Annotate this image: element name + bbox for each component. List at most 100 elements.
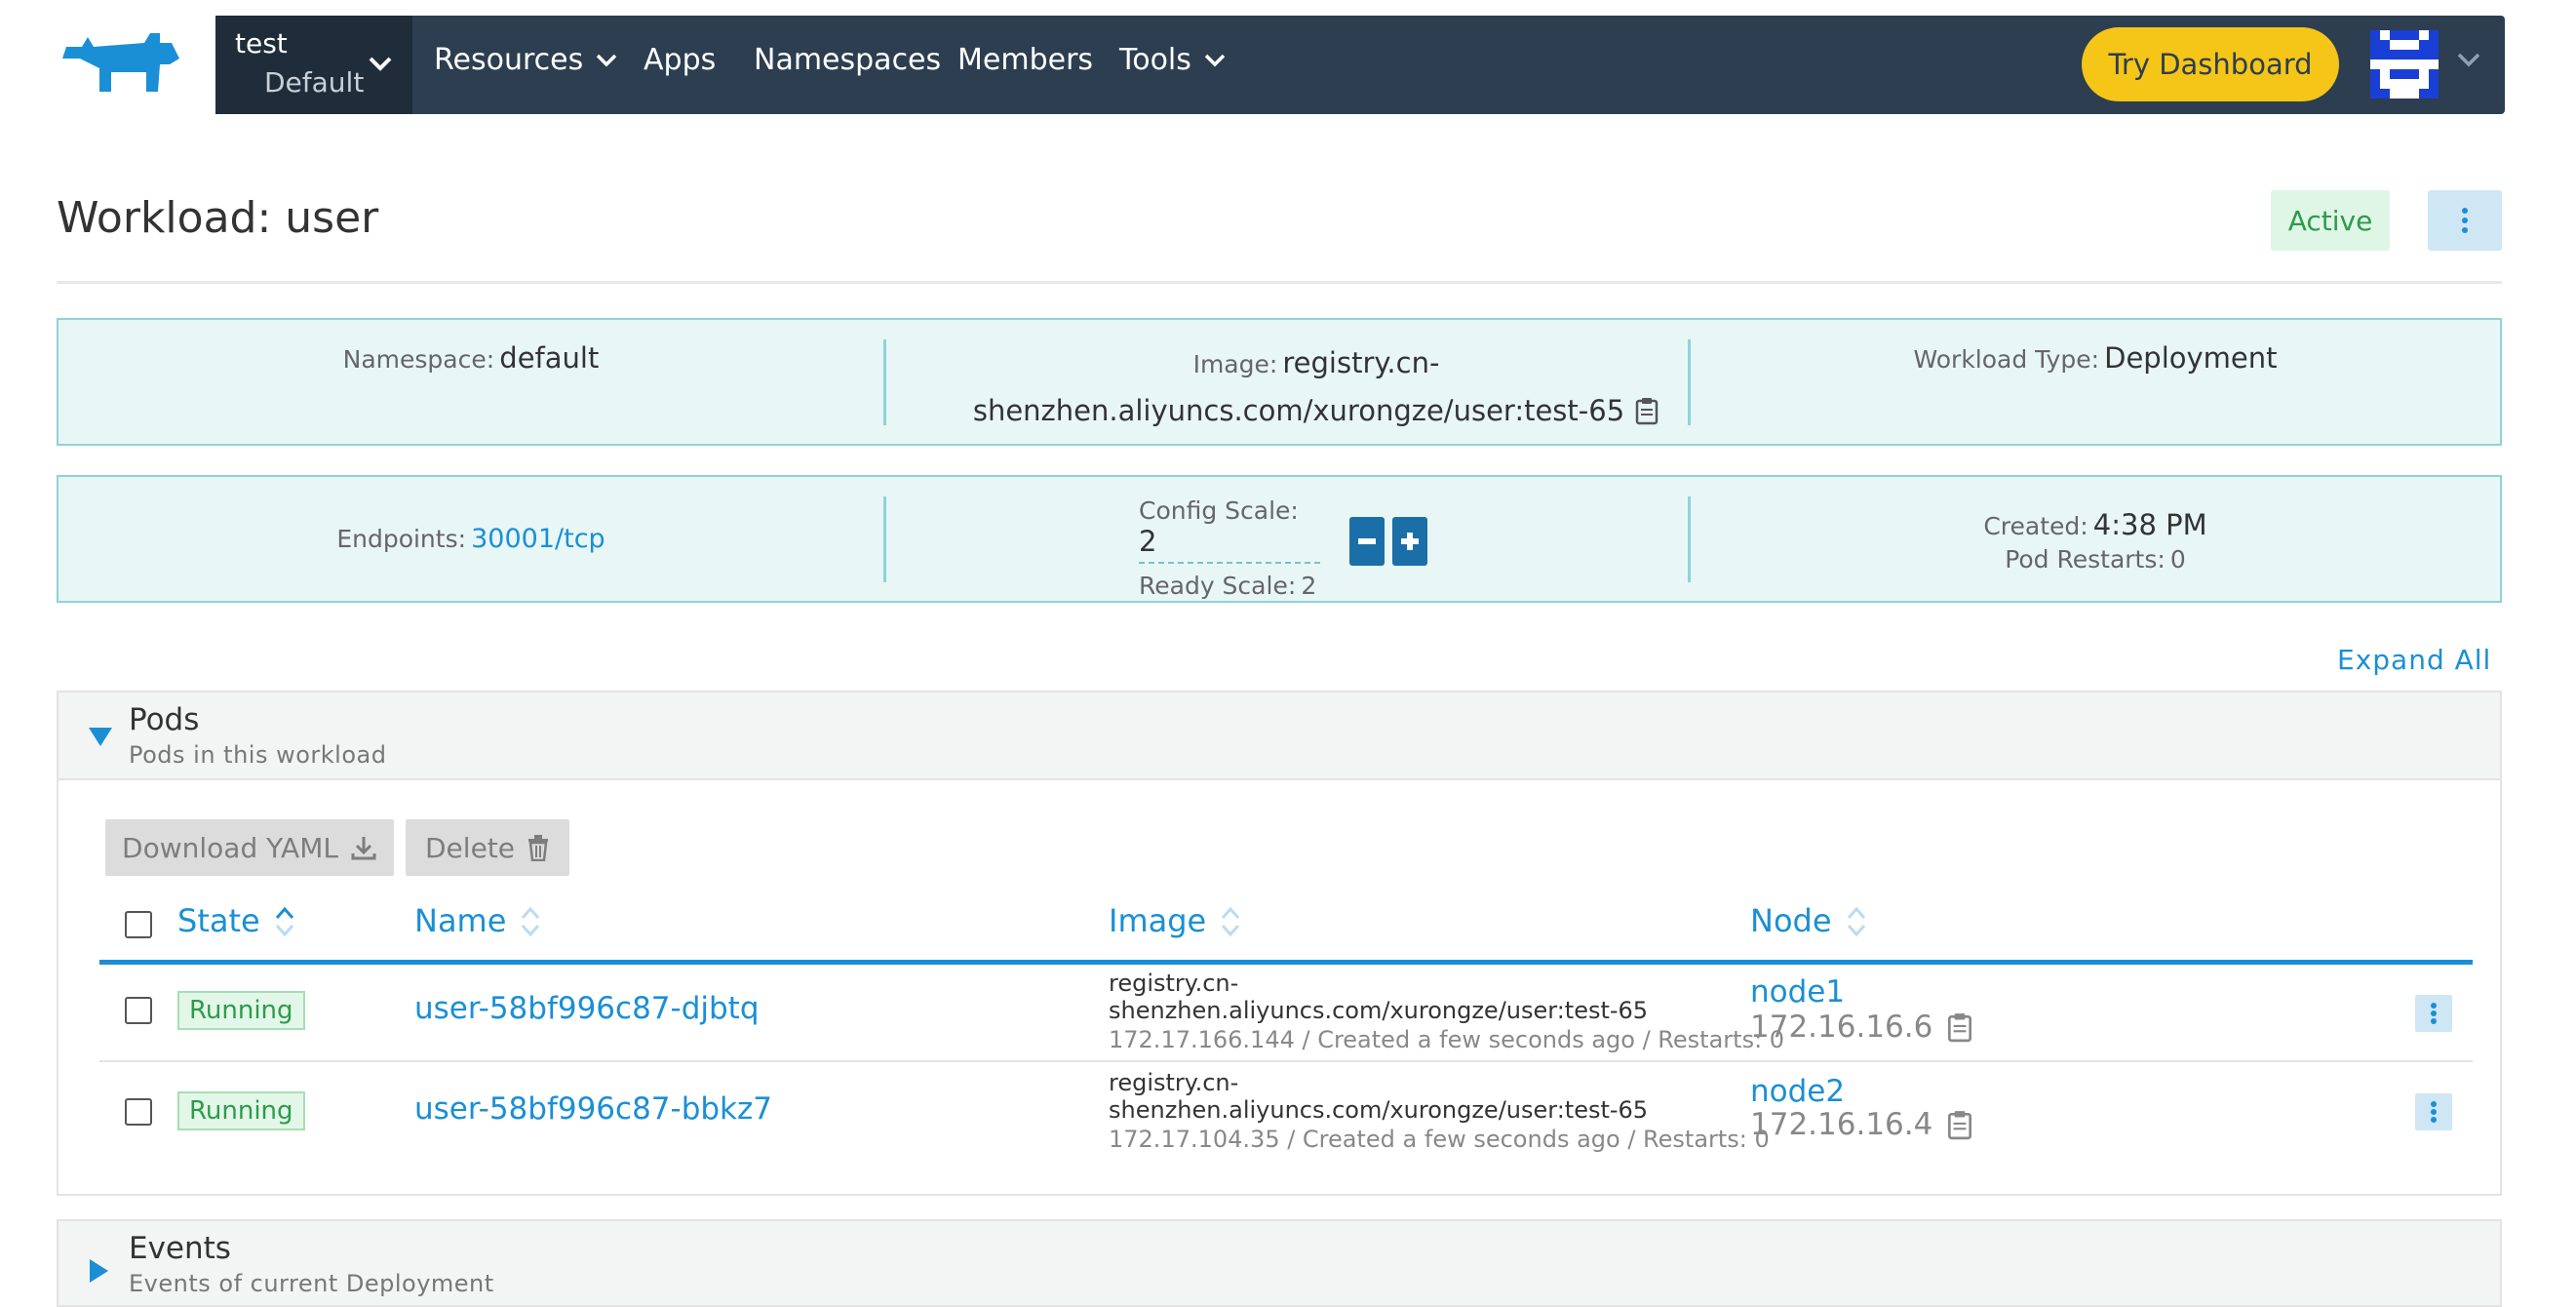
pod-name-link[interactable]: user-58bf996c87-bbkz7 (414, 1091, 772, 1127)
created-field: Created: 4:38 PM (1691, 508, 2500, 541)
column-header-state-label: State (177, 902, 260, 939)
events-title: Events (129, 1231, 231, 1266)
expand-triangle-icon (90, 1259, 108, 1283)
ready-scale-label: Ready Scale: (1139, 572, 1297, 600)
pods-title: Pods (129, 702, 200, 737)
namespace-label: Namespace: (342, 345, 495, 374)
namespace-field: Namespace: default (59, 341, 883, 375)
node-link[interactable]: node2 (1750, 1074, 1845, 1109)
column-header-node-label: Node (1750, 902, 1832, 939)
workload-type-label: Workload Type: (1913, 345, 2100, 374)
clipboard-icon[interactable] (1946, 1109, 1973, 1140)
try-dashboard-button[interactable]: Try Dashboard (2082, 27, 2339, 101)
download-yaml-button[interactable]: Download YAML (105, 819, 394, 876)
pod-details: 172.17.166.144 / Created a few seconds a… (1109, 1026, 1785, 1053)
config-scale-value: 2 (1139, 525, 1157, 558)
nav-resources-label: Resources (434, 43, 584, 77)
column-header-node[interactable]: Node (1750, 902, 1867, 939)
chevron-down-icon[interactable] (2456, 51, 2481, 68)
image-value-line1: registry.cn- (1282, 346, 1440, 379)
pod-restarts-value: 0 (2169, 545, 2186, 574)
rancher-logo-icon[interactable] (57, 29, 193, 98)
workload-type-field: Workload Type: Deployment (1691, 341, 2500, 375)
image-value-line2: shenzhen.aliyuncs.com/xurongze/user:test… (972, 394, 1625, 427)
pods-subtitle: Pods in this workload (129, 741, 387, 769)
nav-tools-label: Tools (1119, 43, 1191, 77)
node-ip: 172.16.16.6 (1750, 1010, 1973, 1045)
chevron-down-icon (596, 54, 617, 66)
endpoints-link[interactable]: 30001/tcp (471, 524, 605, 554)
events-panel-header[interactable]: Events Events of current Deployment (57, 1219, 2502, 1307)
pod-restarts-field: Pod Restarts: 0 (1691, 545, 2500, 574)
nav-resources[interactable]: Resources (434, 43, 618, 77)
image-label: Image: (1192, 350, 1278, 378)
column-header-state[interactable]: State (177, 902, 295, 939)
nav-apps[interactable]: Apps (644, 43, 716, 77)
project-name: Default (264, 66, 365, 99)
column-header-image-label: Image (1109, 902, 1207, 939)
workload-type-value: Deployment (2104, 341, 2278, 375)
collapse-triangle-icon (89, 728, 112, 746)
download-yaml-label: Download YAML (122, 831, 338, 864)
clipboard-icon[interactable] (1946, 1011, 1973, 1043)
pod-image: registry.cn-shenzhen.aliyuncs.com/xurong… (1109, 1069, 1649, 1124)
expand-all-link[interactable]: Expand All (2337, 644, 2491, 676)
table-row: Running user-58bf996c87-bbkz7 registry.c… (99, 1064, 2473, 1166)
scale-up-button[interactable] (1392, 517, 1427, 566)
workload-info-box: Namespace: default Image: registry.cn- s… (57, 318, 2502, 446)
pods-panel-header[interactable]: Pods Pods in this workload (59, 693, 2500, 780)
endpoints-field: Endpoints: 30001/tcp (59, 524, 883, 554)
workload-scale-box: Endpoints: 30001/tcp Config Scale: 2 Rea… (57, 475, 2502, 603)
column-header-image[interactable]: Image (1109, 902, 1241, 939)
vertical-dots-icon (2431, 1003, 2437, 1024)
workload-actions-button[interactable] (2428, 190, 2502, 251)
image-field: Image: registry.cn- shenzhen.aliyuncs.co… (887, 341, 1745, 432)
table-row: Running user-58bf996c87-djbtq registry.c… (99, 965, 2473, 1062)
config-scale-field: Config Scale: 2 Ready Scale: 2 (1139, 496, 1383, 600)
sort-icon (1222, 906, 1240, 937)
pod-image: registry.cn-shenzhen.aliyuncs.com/xurong… (1109, 970, 1649, 1024)
chevron-down-icon (1204, 54, 1226, 66)
node-ip-value: 172.16.16.4 (1750, 1107, 1933, 1142)
row-actions-button[interactable] (2415, 1093, 2452, 1130)
row-checkbox[interactable] (125, 1098, 152, 1126)
node-link[interactable]: node1 (1750, 974, 1845, 1010)
created-label: Created: (1983, 512, 2088, 540)
column-header-name-label: Name (414, 902, 507, 939)
page-title: Workload: user (57, 193, 379, 243)
user-avatar[interactable] (2370, 29, 2439, 99)
pod-restarts-label: Pod Restarts: (2005, 545, 2166, 574)
sort-icon (1847, 906, 1865, 937)
ready-scale-value: 2 (1301, 572, 1317, 600)
created-value: 4:38 PM (2092, 508, 2207, 541)
nav-members[interactable]: Members (957, 43, 1093, 77)
nav-members-label: Members (957, 43, 1094, 77)
top-navbar: test Default Resources Apps Namespaces M… (215, 16, 2505, 114)
divider (883, 496, 886, 582)
trash-icon (528, 835, 548, 861)
delete-label: Delete (425, 831, 515, 864)
delete-button[interactable]: Delete (406, 819, 569, 876)
node-ip-value: 172.16.16.6 (1750, 1010, 1933, 1045)
endpoints-label: Endpoints: (336, 525, 467, 553)
nav-namespaces[interactable]: Namespaces (754, 43, 941, 77)
nav-namespaces-label: Namespaces (754, 43, 942, 77)
vertical-dots-icon (2462, 208, 2468, 233)
clipboard-icon[interactable] (1634, 396, 1659, 425)
cluster-name: test (235, 27, 288, 59)
column-header-name[interactable]: Name (414, 902, 541, 939)
cluster-project-switcher[interactable]: test Default (215, 16, 412, 114)
row-actions-button[interactable] (2415, 995, 2452, 1032)
minus-icon (1358, 538, 1376, 544)
plus-icon (1401, 533, 1419, 550)
scale-down-button[interactable] (1349, 517, 1385, 566)
status-badge: Active (2271, 190, 2390, 251)
pod-name-link[interactable]: user-58bf996c87-djbtq (414, 991, 760, 1026)
vertical-dots-icon (2431, 1101, 2437, 1123)
sort-icon (522, 906, 540, 937)
nav-tools[interactable]: Tools (1119, 43, 1227, 77)
nav-apps-label: Apps (644, 43, 717, 77)
pod-details: 172.17.104.35 / Created a few seconds ag… (1109, 1126, 1770, 1153)
select-all-checkbox[interactable] (125, 911, 152, 938)
row-checkbox[interactable] (125, 997, 152, 1024)
